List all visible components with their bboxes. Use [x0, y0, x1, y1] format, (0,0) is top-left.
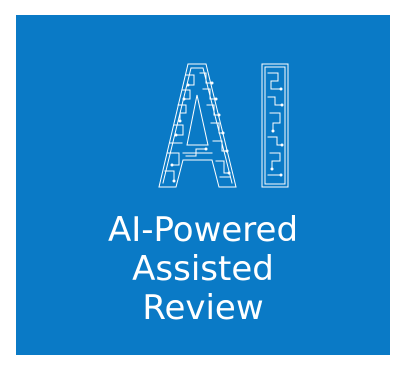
letter-a-circuit	[158, 63, 237, 188]
caption-line-2: Assisted	[132, 249, 274, 289]
ai-circuit-logo	[158, 63, 289, 188]
caption-line-1: AI-Powered	[107, 210, 299, 250]
letter-i-circuit	[261, 63, 289, 188]
product-tile: AI-Powered Assisted Review	[16, 15, 390, 355]
tile-caption: AI-Powered Assisted Review	[16, 211, 390, 328]
caption-line-3: Review	[142, 288, 264, 328]
